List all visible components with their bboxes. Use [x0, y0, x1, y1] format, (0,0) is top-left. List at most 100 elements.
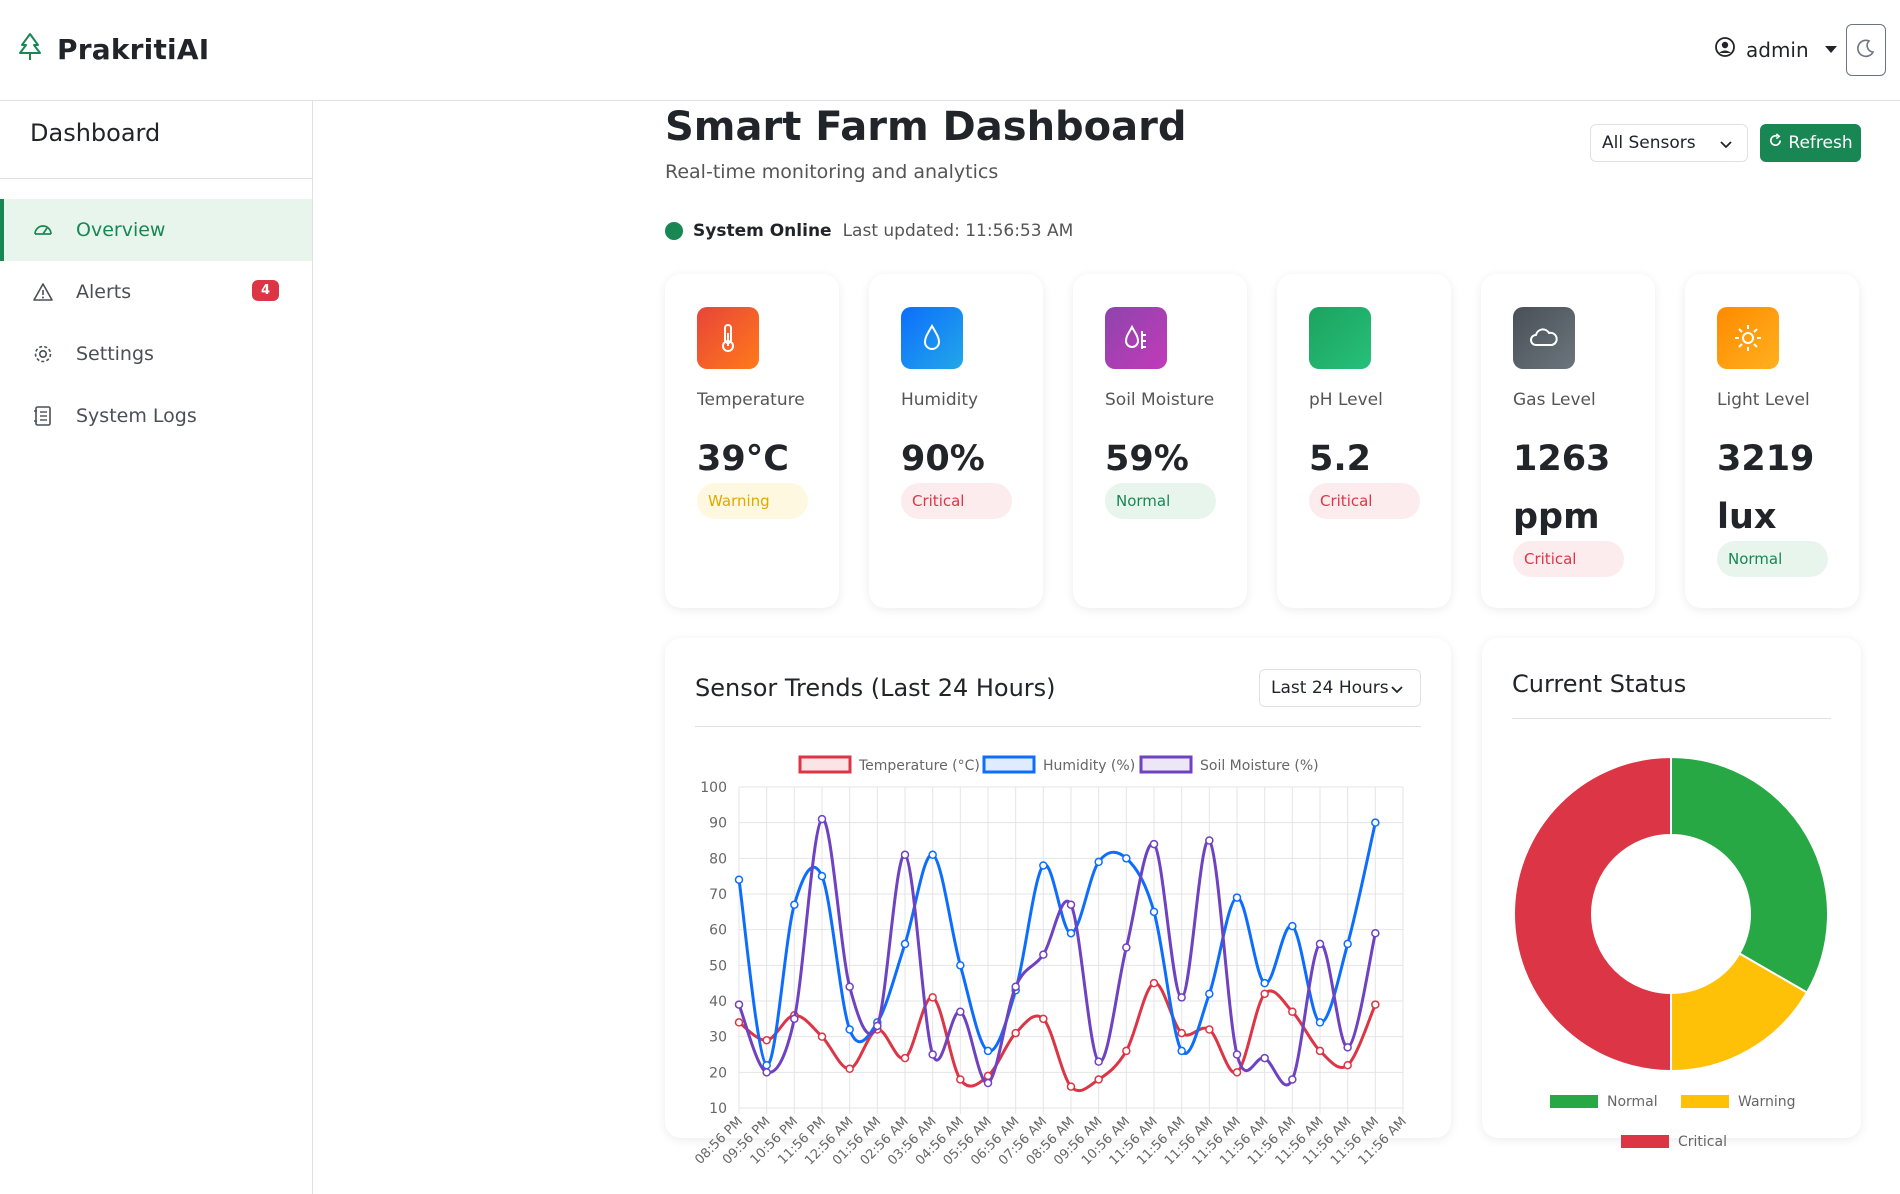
sidebar-item-overview[interactable]: Overview — [0, 199, 312, 261]
legend-swatch — [982, 755, 1036, 774]
y-tick-label: 30 — [709, 1030, 727, 1046]
donut-slice — [1513, 755, 1672, 1073]
data-point — [1122, 854, 1131, 863]
metric-label: Soil Moisture — [1105, 390, 1215, 410]
legend-swatch — [1139, 755, 1193, 774]
refresh-icon — [1768, 133, 1783, 153]
data-point — [1066, 900, 1076, 909]
data-point — [1039, 861, 1048, 870]
data-point — [762, 1060, 771, 1070]
data-point — [1343, 939, 1352, 949]
legend-swatch — [1550, 1095, 1598, 1108]
data-point — [1094, 1075, 1103, 1084]
sensor-filter-select[interactable]: All Sensors — [1590, 124, 1748, 162]
legend-swatch — [1681, 1095, 1729, 1108]
data-point — [873, 1021, 882, 1031]
legend-label: Critical — [1678, 1134, 1727, 1150]
page-subtitle: Real-time monitoring and analytics — [665, 161, 999, 183]
metric-value: 39°C — [697, 439, 789, 479]
data-point — [983, 1078, 993, 1088]
donut-chart: Normal Warning Critical — [1513, 755, 1829, 1150]
data-point — [790, 1014, 799, 1024]
sidebar-item-label: Overview — [76, 219, 166, 241]
light-level-card: Light Level 3219 lux Normal — [1685, 274, 1859, 608]
line-chart: 10090807060504030201008:56 PM09:56 PM10:… — [692, 755, 1410, 1168]
sidebar-item-settings[interactable]: Settings — [0, 323, 312, 385]
sidebar-item-label: System Logs — [76, 405, 197, 427]
data-point — [928, 1050, 937, 1059]
data-point — [1260, 1053, 1269, 1063]
data-point — [1371, 1000, 1380, 1009]
sidebar-item-label: Settings — [76, 343, 154, 365]
data-point — [845, 982, 854, 991]
data-point — [1066, 928, 1076, 938]
status-badge: Normal — [1717, 541, 1828, 577]
metric-value: 1263 ppm — [1513, 439, 1611, 537]
data-point — [817, 814, 827, 824]
data-point — [790, 900, 799, 909]
data-point — [845, 1025, 854, 1034]
droplet-icon — [901, 307, 963, 369]
theme-toggle-button[interactable] — [1846, 24, 1886, 76]
data-point — [1315, 939, 1325, 949]
warning-triangle-icon — [30, 279, 56, 305]
data-point — [1315, 1018, 1325, 1027]
sun-icon — [1717, 307, 1779, 369]
moon-icon — [1856, 38, 1876, 62]
metric-label: Temperature — [697, 390, 805, 410]
data-point — [1122, 943, 1131, 952]
metric-label: Light Level — [1717, 390, 1810, 410]
speedometer-icon — [30, 217, 56, 243]
data-point — [1177, 993, 1186, 1002]
data-point — [1094, 857, 1103, 867]
y-tick-label: 80 — [709, 851, 727, 867]
page-title: Smart Farm Dashboard — [665, 104, 1187, 150]
series-2 — [734, 814, 1380, 1088]
metric-value: 90% — [901, 439, 985, 479]
data-point — [734, 1000, 744, 1009]
y-tick-label: 70 — [709, 887, 727, 903]
data-point — [734, 875, 744, 884]
system-status: System Online Last updated: 11:56:53 AM — [665, 221, 1073, 241]
user-menu[interactable]: admin — [1714, 36, 1837, 63]
metric-value: 59% — [1105, 439, 1189, 479]
data-point — [1122, 1046, 1131, 1056]
data-point — [928, 850, 937, 860]
data-point — [762, 1035, 771, 1045]
data-point — [1039, 950, 1048, 959]
status-badge: Normal — [1105, 483, 1216, 519]
series-line — [737, 822, 1377, 1067]
metric-label: pH Level — [1309, 390, 1383, 410]
data-point — [1177, 1046, 1186, 1056]
user-circle-icon — [1714, 36, 1736, 63]
metric-label: Gas Level — [1513, 390, 1596, 410]
data-point — [1232, 1050, 1242, 1059]
data-point — [817, 1032, 827, 1041]
brand[interactable]: PrakritiAI — [17, 32, 209, 66]
data-point — [1371, 818, 1380, 827]
y-tick-label: 40 — [709, 994, 727, 1010]
sensor-trends-card: Sensor Trends (Last 24 Hours) Last 24 Ho… — [665, 638, 1451, 1168]
data-point — [900, 1053, 910, 1063]
legend-label: Warning — [1738, 1094, 1796, 1110]
y-tick-label: 10 — [709, 1101, 727, 1117]
data-point — [1260, 978, 1269, 988]
sidebar-item-system-logs[interactable]: System Logs — [0, 385, 312, 447]
data-point — [1315, 1046, 1325, 1056]
data-point — [1094, 1057, 1103, 1066]
data-point — [1343, 1060, 1352, 1070]
donut-slice — [1670, 755, 1829, 994]
refresh-button[interactable]: Refresh — [1760, 124, 1861, 162]
gas-level-card: Gas Level 1263 ppm Critical — [1481, 274, 1655, 608]
sidebar-item-label: Alerts — [76, 281, 132, 303]
alerts-count-badge: 4 — [252, 280, 280, 301]
metric-label: Humidity — [901, 390, 979, 410]
data-point — [762, 1068, 771, 1077]
temperature-card: Temperature 39°C Warning — [665, 274, 839, 608]
data-point — [1260, 989, 1269, 999]
y-tick-label: 100 — [700, 780, 727, 796]
data-point — [956, 1007, 965, 1016]
data-point — [1149, 907, 1159, 917]
sidebar-item-alerts[interactable]: Alerts 4 — [0, 261, 312, 323]
data-point — [1288, 1007, 1297, 1016]
